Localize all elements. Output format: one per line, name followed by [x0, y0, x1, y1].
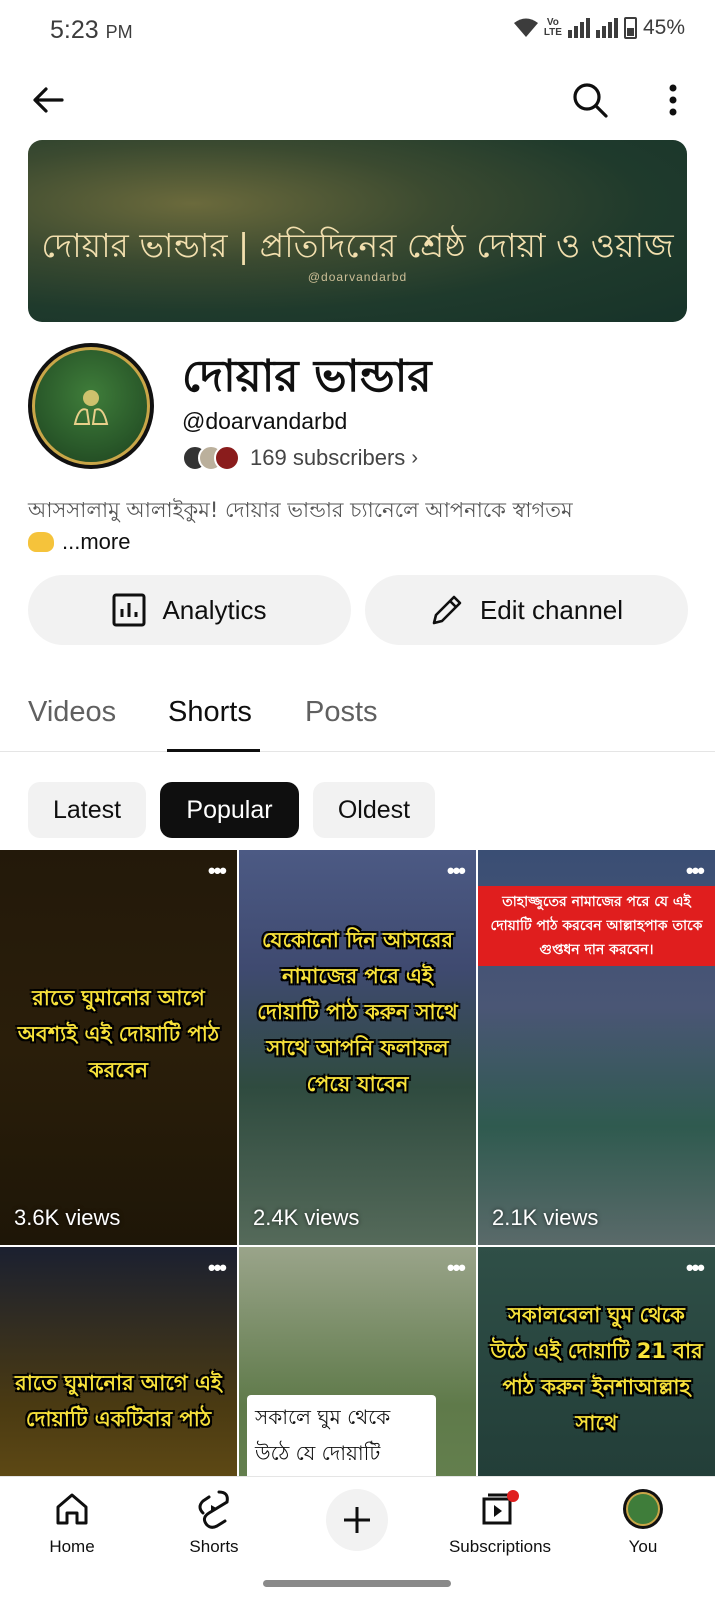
analytics-label: Analytics [162, 594, 267, 625]
channel-name: দোয়ার ভান্ডার [182, 351, 432, 402]
short-caption: যেকোনো দিন আসরের নামাজের পরে এই দোয়াটি … [257, 928, 458, 1096]
short-tile[interactable]: ••• যেকোনো দিন আসরের নামাজের পরে এই দোয়… [239, 850, 476, 1245]
more-horizontal-icon[interactable]: ••• [208, 858, 227, 884]
short-tile[interactable]: ••• সকালে ঘুম থেকে উঠে যে দোয়াটি অবশ্যই [239, 1247, 476, 1476]
signal-icon-2 [595, 18, 618, 38]
short-tile[interactable]: ••• রাতে ঘুমানোর আগে অবশ্যই এই দোয়াটি প… [0, 850, 237, 1245]
banner-title: দোয়ার ভান্ডার | প্রতিদিনের শ্রেষ্ঠ দোয়… [41, 226, 674, 265]
more-options-button[interactable] [643, 70, 703, 130]
chevron-right-icon: › [411, 446, 418, 469]
short-caption: সকালে ঘুম থেকে উঠে যে দোয়াটি অবশ্যই [247, 1395, 436, 1476]
more-horizontal-icon[interactable]: ••• [447, 1255, 466, 1281]
nav-you[interactable]: You [583, 1487, 703, 1557]
more-horizontal-icon[interactable]: ••• [686, 1255, 705, 1281]
analytics-button[interactable]: Analytics [28, 575, 351, 645]
nav-home-label: Home [49, 1537, 95, 1556]
banner-handle: @doarvandarbd [307, 270, 408, 284]
more-horizontal-icon[interactable]: ••• [686, 858, 705, 884]
back-button[interactable] [18, 70, 78, 130]
tab-shorts[interactable]: Shorts [168, 696, 252, 729]
pencil-icon [432, 595, 462, 625]
search-button[interactable] [560, 70, 620, 130]
status-time: 5:23 PM [50, 16, 133, 44]
praying-hands-icon [32, 347, 150, 465]
more-horizontal-icon[interactable]: ••• [447, 858, 466, 884]
channel-banner: দোয়ার ভান্ডার | প্রতিদিনের শ্রেষ্ঠ দোয়… [28, 140, 687, 322]
channel-description[interactable]: আসসালামু আলাইকুম! দোয়ার ভান্ডার চ্যানেল… [28, 494, 688, 558]
battery-icon [623, 17, 637, 39]
short-caption: রাতে ঘুমানোর আগে অবশ্যই এই দোয়াটি পাঠ ক… [17, 986, 220, 1082]
status-icons: Vo LTE 45% [513, 16, 685, 40]
raising-hands-emoji-icon [28, 532, 54, 552]
short-views: 2.1K views [492, 1205, 599, 1230]
home-indicator[interactable] [263, 1580, 451, 1587]
subscriber-count: 169 subscribers [250, 445, 406, 470]
short-views: 2.4K views [253, 1205, 360, 1230]
short-tile[interactable]: ••• তাহাজ্জুতের নামাজের পরে যে এই দোয়াট… [478, 850, 715, 1245]
nav-shorts[interactable]: Shorts [154, 1487, 274, 1557]
channel-tabs: Videos Shorts Posts [0, 676, 715, 752]
active-tab-indicator [167, 749, 260, 752]
more-horizontal-icon[interactable]: ••• [208, 1255, 227, 1281]
short-caption: তাহাজ্জুতের নামাজের পরে যে এই দোয়াটি পা… [478, 886, 715, 966]
edit-channel-button[interactable]: Edit channel [365, 575, 688, 645]
nav-shorts-label: Shorts [189, 1537, 239, 1556]
analytics-icon [112, 593, 146, 627]
nav-you-label: You [628, 1537, 658, 1556]
status-bar: 5:23 PM Vo LTE 45% [0, 0, 715, 62]
create-button[interactable] [326, 1489, 388, 1551]
more-vertical-icon [669, 84, 677, 116]
volte-icon: Vo LTE [543, 17, 562, 38]
battery-percent: 45% [642, 16, 685, 39]
short-caption: সকালবেলা ঘুম থেকে উঠে এই দোয়াটি 21 বার … [490, 1303, 703, 1435]
short-caption: রাতে ঘুমানোর আগে এই দোয়াটি একটিবার পাঠ [15, 1371, 222, 1431]
chip-oldest[interactable]: Oldest [313, 782, 435, 838]
tab-posts[interactable]: Posts [305, 696, 378, 729]
account-avatar-icon [583, 1487, 703, 1531]
short-tile[interactable]: ••• রাতে ঘুমানোর আগে এই দোয়াটি একটিবার … [0, 1247, 237, 1476]
channel-avatar[interactable] [28, 343, 154, 469]
home-icon [12, 1487, 132, 1531]
signal-icon [567, 18, 590, 38]
more-link[interactable]: ...more [62, 529, 130, 554]
plus-icon [344, 1507, 370, 1533]
subscriber-avatar [214, 445, 240, 471]
chip-latest[interactable]: Latest [28, 782, 146, 838]
nav-subscriptions-label: Subscriptions [448, 1537, 552, 1556]
arrow-left-icon [33, 87, 64, 113]
nav-subscriptions[interactable]: Subscriptions [440, 1487, 560, 1557]
wifi-icon [513, 18, 538, 37]
search-icon [573, 83, 608, 118]
nav-home[interactable]: Home [12, 1487, 132, 1557]
description-text: আসসালামু আলাইকুম! দোয়ার ভান্ডার চ্যানেল… [28, 498, 573, 522]
chip-popular[interactable]: Popular [160, 782, 299, 838]
shorts-grid: ••• রাতে ঘুমানোর আগে অবশ্যই এই দোয়াটি প… [0, 850, 715, 1476]
short-tile[interactable]: ••• সকালবেলা ঘুম থেকে উঠে এই দোয়াটি 21 … [478, 1247, 715, 1476]
tab-videos[interactable]: Videos [28, 696, 116, 729]
subscriptions-icon [440, 1487, 560, 1531]
top-app-bar [0, 70, 715, 130]
edit-channel-label: Edit channel [479, 594, 624, 625]
channel-handle: @doarvandarbd [182, 408, 348, 434]
short-views: 3.6K views [14, 1205, 121, 1230]
shorts-icon [154, 1487, 274, 1531]
subscribers-row[interactable]: 169 subscribers › [182, 445, 418, 471]
